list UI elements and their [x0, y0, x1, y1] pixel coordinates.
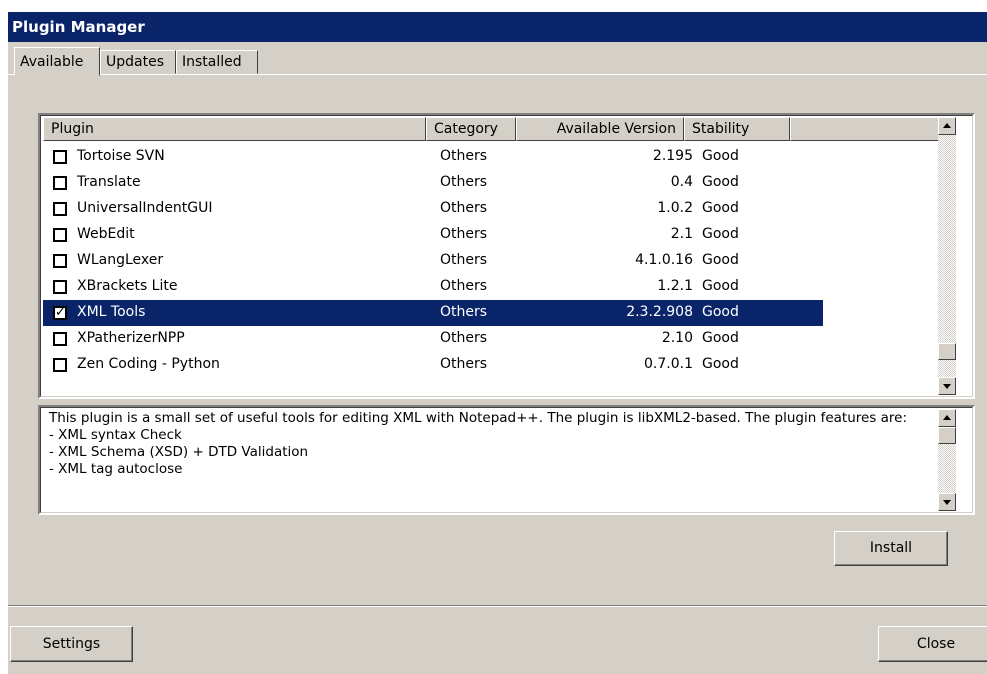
plugin-category: Others [440, 356, 488, 372]
plugin-checkbox[interactable] [53, 358, 67, 372]
description-scroll-thumb[interactable] [938, 427, 956, 444]
plugin-category: Others [440, 278, 488, 294]
plugin-version: 0.7.0.1 [644, 356, 693, 372]
plugin-stability: Good [702, 356, 739, 372]
plugin-description-box[interactable]: This plugin is a small set of useful too… [38, 405, 975, 515]
description-scroll-down-button[interactable] [938, 493, 956, 511]
install-button-label: Install [869, 540, 913, 556]
plugin-category: Others [440, 226, 488, 242]
plugin-name: WLangLexer [77, 252, 164, 268]
plugin-name: Tortoise SVN [77, 148, 165, 164]
plugin-manager-window: Plugin Manager Available Updates Install… [8, 12, 987, 674]
plugin-row[interactable]: UniversalIndentGUI Others 1.0.2 Good [43, 196, 823, 222]
list-scroll-down-button[interactable] [938, 377, 956, 395]
description-scroll-up-button[interactable] [938, 409, 956, 427]
column-header-category-label: Category [434, 121, 498, 137]
column-header-version-label: Available Version [556, 121, 676, 137]
plugin-stability: Good [702, 148, 739, 164]
plugin-stability: Good [702, 330, 739, 346]
plugin-name: XBrackets Lite [77, 278, 178, 294]
plugin-stability: Good [702, 200, 739, 216]
tab-installed-label: Installed [182, 54, 242, 70]
plugin-version: 1.2.1 [657, 278, 693, 294]
plugin-name: WebEdit [77, 226, 135, 242]
plugin-version: 2.10 [661, 330, 693, 346]
scroll-down-arrow-icon [943, 384, 951, 389]
scroll-down-arrow-icon [943, 500, 951, 505]
plugin-category: Others [440, 252, 488, 268]
install-button[interactable]: Install [834, 531, 948, 566]
plugin-name: Zen Coding - Python [77, 356, 220, 372]
plugin-checkbox[interactable] [53, 176, 67, 190]
plugin-checkbox[interactable] [53, 202, 67, 216]
tab-updates-label: Updates [106, 54, 164, 70]
plugin-stability: Good [702, 278, 739, 294]
plugin-version: 2.1 [670, 226, 693, 242]
plugin-version: 4.1.0.16 [635, 252, 693, 268]
plugin-row[interactable]: WLangLexer Others 4.1.0.16 Good [43, 248, 823, 274]
scroll-up-arrow-icon [943, 415, 951, 420]
plugin-category: Others [440, 304, 488, 320]
plugin-name: XPatherizerNPP [77, 330, 185, 346]
tab-available-label: Available [20, 54, 84, 70]
plugin-name: UniversalIndentGUI [77, 200, 213, 216]
scroll-up-arrow-icon [943, 123, 951, 128]
plugin-row[interactable]: ✓ XML Tools Others 2.3.2.908 Good [43, 300, 823, 326]
settings-button-label: Settings [42, 636, 101, 652]
plugin-category: Others [440, 148, 488, 164]
plugin-row[interactable]: WebEdit Others 2.1 Good [43, 222, 823, 248]
plugin-name: XML Tools [77, 304, 146, 320]
plugin-row[interactable]: XPatherizerNPP Others 2.10 Good [43, 326, 823, 352]
column-header-category[interactable]: Category [426, 117, 516, 141]
plugin-row[interactable]: Tortoise SVN Others 2.195 Good [43, 144, 823, 170]
plugin-list[interactable]: Plugin Category Available Version Stabil… [38, 113, 975, 399]
tab-available[interactable]: Available [14, 47, 100, 76]
list-vertical-scrollbar[interactable] [938, 117, 956, 395]
plugin-checkbox[interactable] [53, 150, 67, 164]
list-scroll-up-button[interactable] [938, 117, 956, 135]
plugin-stability: Good [702, 252, 739, 268]
plugin-checkbox[interactable] [53, 280, 67, 294]
plugin-stability: Good [702, 304, 739, 320]
column-header-stability-label: Stability [692, 121, 750, 137]
plugin-name: Translate [77, 174, 141, 190]
column-header-available-version[interactable]: Available Version [516, 117, 684, 141]
settings-button[interactable]: Settings [10, 626, 133, 662]
column-header-plugin-label: Plugin [51, 121, 94, 137]
plugin-checkbox[interactable]: ✓ [53, 306, 67, 320]
plugin-checkbox[interactable] [53, 254, 67, 268]
tab-installed[interactable]: Installed [176, 50, 258, 74]
column-header-empty [790, 117, 940, 141]
plugin-row[interactable]: Translate Others 0.4 Good [43, 170, 823, 196]
plugin-version: 1.0.2 [657, 200, 693, 216]
plugin-stability: Good [702, 174, 739, 190]
plugin-category: Others [440, 200, 488, 216]
footer-separator [8, 605, 987, 607]
list-scroll-track[interactable] [938, 135, 956, 377]
list-scroll-thumb[interactable] [938, 343, 956, 360]
plugin-checkbox[interactable] [53, 228, 67, 242]
plugin-version: 2.3.2.908 [626, 304, 693, 320]
plugin-checkbox[interactable] [53, 332, 67, 346]
plugin-row[interactable]: XBrackets Lite Others 1.2.1 Good [43, 274, 823, 300]
plugin-description-text: This plugin is a small set of useful too… [49, 410, 908, 477]
plugin-version: 2.195 [652, 148, 693, 164]
window-title: Plugin Manager [8, 12, 987, 42]
plugin-stability: Good [702, 226, 739, 242]
plugin-category: Others [440, 330, 488, 346]
column-header-stability[interactable]: Stability [684, 117, 790, 141]
plugin-category: Others [440, 174, 488, 190]
description-vertical-scrollbar[interactable] [938, 409, 956, 511]
close-button-label: Close [916, 636, 956, 652]
plugin-version: 0.4 [670, 174, 693, 190]
column-header-plugin[interactable]: Plugin [43, 117, 426, 141]
tab-updates[interactable]: Updates [100, 50, 176, 74]
close-button[interactable]: Close [878, 626, 987, 662]
plugin-row[interactable]: Zen Coding - Python Others 0.7.0.1 Good [43, 352, 823, 378]
